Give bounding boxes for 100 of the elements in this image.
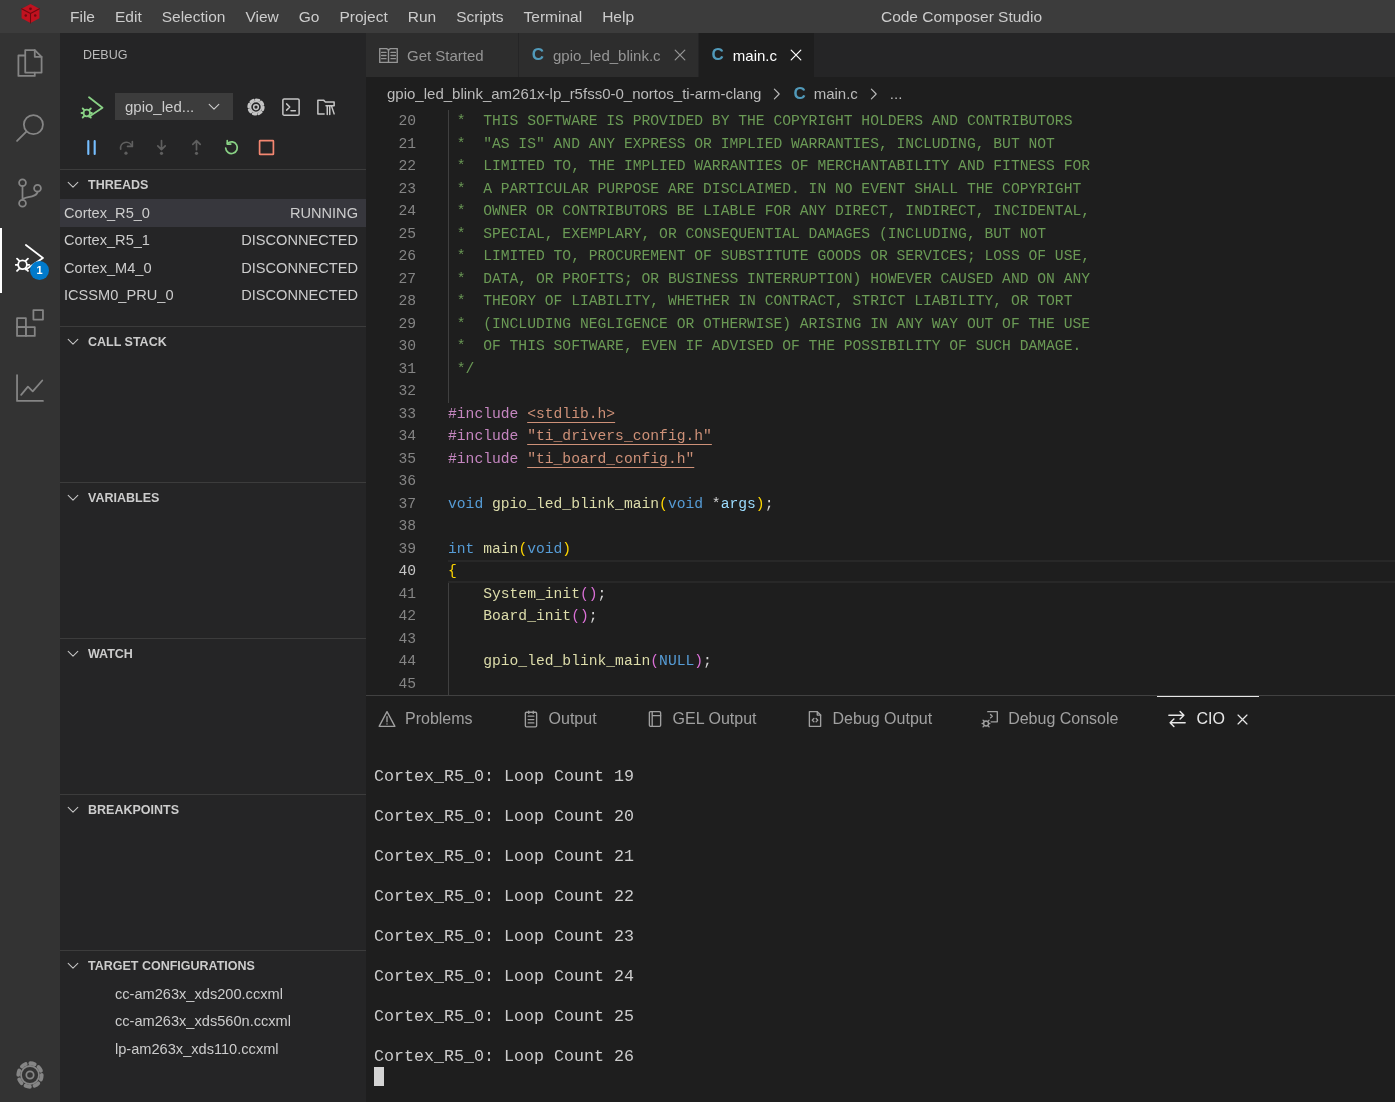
branch-icon <box>15 178 45 208</box>
code-line: void gpio_led_blink_main(void *args); <box>448 494 774 514</box>
code-line: Board_init(); <box>482 607 598 626</box>
output-line: Cortex_R5_0: Loop Count 26 <box>374 1047 634 1067</box>
code-line: { <box>448 562 457 581</box>
window-title: Code Composer Studio <box>880 7 1043 26</box>
swap-arrows-icon <box>1167 709 1188 729</box>
code-line: int main(void) <box>448 539 572 559</box>
output-line: Cortex_R5_0: Loop Count 21 <box>374 847 634 867</box>
section-header[interactable]: WATCH <box>60 639 366 668</box>
cube-icon <box>19 3 41 24</box>
code-line: * THEORY OF LIABILITY, WHETHER IN CONTRACT, STRICT LIABILITY, OR TORT <box>455 292 1073 311</box>
panel-tab[interactable]: Problems <box>368 696 483 741</box>
terminal-icon[interactable] <box>281 96 301 117</box>
launch-config-dropdown[interactable]: gpio_led... <box>115 93 233 120</box>
thread-row[interactable]: Cortex_M4_0 DISCONNECTED <box>60 254 366 282</box>
code-line: * LIMITED TO, THE IMPLIED WARRANTIES OF MERCHANTABILITY AND FITNESS FOR <box>455 157 1091 176</box>
editor-tab[interactable]: C main.c <box>698 33 816 77</box>
bug-console-icon <box>981 710 1000 728</box>
section-header[interactable]: BREAKPOINTS <box>60 795 366 824</box>
panel-tab[interactable]: Debug Output <box>795 696 943 741</box>
code-line: * LIMITED TO, PROCUREMENT OF SUBSTITUTE GOODS OR SERVICES; LOSS OF USE, <box>455 247 1091 266</box>
panel-tab[interactable]: Debug Console <box>971 696 1129 741</box>
menu-item[interactable]: View <box>235 0 289 33</box>
output-line: Cortex_R5_0: Loop Count 24 <box>374 967 634 987</box>
thread-row[interactable]: Cortex_R5_1 DISCONNECTED <box>60 226 366 254</box>
menu-item[interactable]: Go <box>288 0 330 33</box>
menu-item[interactable]: Terminal <box>513 0 593 33</box>
code-line: * DATA, OR PROFITS; OR BUSINESS INTERRUPTION) HOWEVER CAUSED AND ON ANY <box>455 269 1091 289</box>
warning-icon <box>378 710 396 728</box>
code-line: #include "ti_drivers_config.h" <box>448 427 712 446</box>
stop-icon[interactable] <box>258 139 275 156</box>
section-header[interactable]: TARGET CONFIGURATIONS <box>60 951 366 980</box>
line-number: 41 <box>397 584 416 604</box>
panel-tab[interactable]: CIO <box>1157 696 1259 741</box>
code-line: * THIS SOFTWARE IS PROVIDED BY THE COPYRIGHT HOLDERS AND CONTRIBUTORS <box>455 112 1073 131</box>
line-number: 27 <box>397 269 416 289</box>
editor-tab[interactable]: C gpio_led_blink.c <box>518 33 699 77</box>
config-file-item[interactable]: cc-am263x_xds200.ccxml <box>60 980 366 1008</box>
line-number: 32 <box>397 382 416 401</box>
close-icon[interactable] <box>789 48 804 62</box>
search-icon <box>15 113 45 143</box>
menu-item[interactable]: Project <box>329 0 398 33</box>
line-number: 40 <box>397 562 416 581</box>
line-number: 28 <box>397 292 416 311</box>
folder-icon[interactable] <box>316 96 336 117</box>
close-icon[interactable] <box>1235 712 1249 726</box>
menu-item[interactable]: File <box>60 0 105 33</box>
code-line: * "AS IS" AND ANY EXPRESS OR IMPLIED WARRANTIES, INCLUDING, BUT NOT <box>455 134 1055 154</box>
code-line: * OF THIS SOFTWARE, EVEN IF ADVISED OF THE POSSIBILITY OF SUCH DAMAGE. <box>455 337 1082 356</box>
thread-row[interactable]: Cortex_R5_0 RUNNING <box>60 199 366 227</box>
line-number: 37 <box>397 494 416 514</box>
restart-icon[interactable] <box>223 139 240 156</box>
menu-item[interactable]: Run <box>397 0 447 33</box>
menu-item[interactable]: Help <box>592 0 644 33</box>
menu-item[interactable]: Selection <box>151 0 236 33</box>
blocks-icon <box>15 308 45 338</box>
section-header[interactable]: VARIABLES <box>60 483 366 512</box>
code-line: System_init(); <box>482 584 607 604</box>
play-bug-icon[interactable] <box>80 94 104 119</box>
sidebar-title: DEBUG <box>83 48 128 62</box>
line-number: 29 <box>397 314 416 334</box>
thread-row[interactable]: ICSSM0_PRU_0 DISCONNECTED <box>60 281 366 309</box>
output-line: Cortex_R5_0: Loop Count 20 <box>374 807 634 827</box>
line-number: 26 <box>397 247 416 266</box>
line-number: 44 <box>397 652 416 671</box>
line-number: 22 <box>397 157 416 176</box>
code-line: gpio_led_blink_main(NULL); <box>482 652 712 671</box>
line-number: 39 <box>397 539 416 559</box>
count-badge: 1 <box>30 261 49 280</box>
c-file-icon: C <box>793 84 806 103</box>
line-number: 45 <box>397 674 416 694</box>
breadcrumb-item[interactable]: gpio_led_blink_am261x-lp_r5fss0-0_nortos_ti-arm-clang <box>387 85 762 102</box>
line-chart-icon <box>15 373 45 403</box>
line-number: 38 <box>397 517 416 536</box>
output-line: Cortex_R5_0: Loop Count 19 <box>374 767 634 787</box>
line-number: 35 <box>397 449 416 469</box>
line-number: 36 <box>397 472 416 491</box>
config-file-item[interactable]: lp-am263x_xds110.ccxml <box>60 1035 366 1063</box>
breadcrumb-item[interactable]: C main.c <box>793 84 858 103</box>
line-number: 25 <box>397 224 416 244</box>
editor-tab[interactable]: Get Started <box>366 33 519 77</box>
settings-icon[interactable] <box>246 96 266 117</box>
panel-tab[interactable]: Output <box>511 696 607 741</box>
breadcrumb-item[interactable]: ... <box>889 85 903 102</box>
section-header[interactable]: CALL STACK <box>60 327 366 356</box>
panel-tab[interactable]: GEL Output <box>635 696 767 741</box>
code-line: #include <stdlib.h> <box>448 404 616 424</box>
line-number: 42 <box>397 607 416 626</box>
menu-item[interactable]: Scripts <box>446 0 514 33</box>
code-line: */ <box>455 359 475 379</box>
code-line: * A PARTICULAR PURPOSE ARE DISCLAIMED. IN NO EVENT SHALL THE COPYRIGHT <box>455 179 1082 199</box>
c-file-icon: C <box>531 46 544 64</box>
line-number: 33 <box>397 404 416 424</box>
line-number: 20 <box>397 112 416 131</box>
section-header[interactable]: THREADS <box>60 170 366 199</box>
line-number: 31 <box>397 359 416 379</box>
config-file-item[interactable]: cc-am263x_xds560n.ccxml <box>60 1007 366 1035</box>
output-line: Cortex_R5_0: Loop Count 25 <box>374 1007 634 1027</box>
menu-item[interactable]: Edit <box>105 0 152 33</box>
